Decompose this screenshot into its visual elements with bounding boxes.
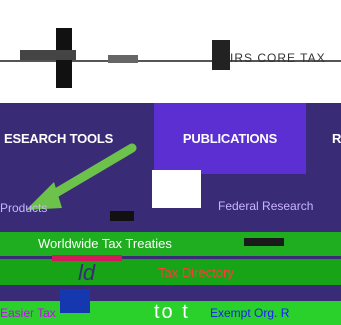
site-header: IRS CORE TAX [0, 0, 341, 103]
easier-tax-link[interactable]: Easier Tax [0, 306, 56, 320]
header-logo-fragment-4 [212, 40, 230, 70]
worldwide-tax-treaties-link[interactable]: Worldwide Tax Treaties [38, 236, 172, 251]
nav-item-publications[interactable]: PUBLICATIONS [154, 103, 306, 174]
federal-research-link[interactable]: Federal Research [218, 199, 313, 213]
tax-directory-link[interactable]: Tax Directory [158, 265, 234, 280]
site-name-text: IRS CORE TAX [230, 51, 326, 65]
glitch-text-fragment: to t [154, 301, 190, 323]
glitch-noise [110, 211, 134, 221]
products-link[interactable]: Products [0, 201, 47, 215]
dropdown-row-4: Easier Tax to t Exempt Org. R [0, 301, 341, 325]
nav-item-next[interactable]: R [318, 103, 341, 174]
header-logo-fragment-3 [108, 55, 138, 63]
header-logo-fragment-2 [20, 50, 76, 60]
dropdown-row-3: ld Tax Directory [0, 259, 341, 285]
dropdown-row-1: Products Federal Research [0, 199, 341, 221]
glitch-text-fragment: ld [78, 260, 96, 285]
glitch-noise [244, 238, 284, 246]
dropdown-row-2: Worldwide Tax Treaties [0, 232, 341, 256]
exempt-org-link[interactable]: Exempt Org. R [210, 306, 289, 320]
glitch-noise [52, 255, 122, 261]
glitch-noise [60, 289, 90, 313]
